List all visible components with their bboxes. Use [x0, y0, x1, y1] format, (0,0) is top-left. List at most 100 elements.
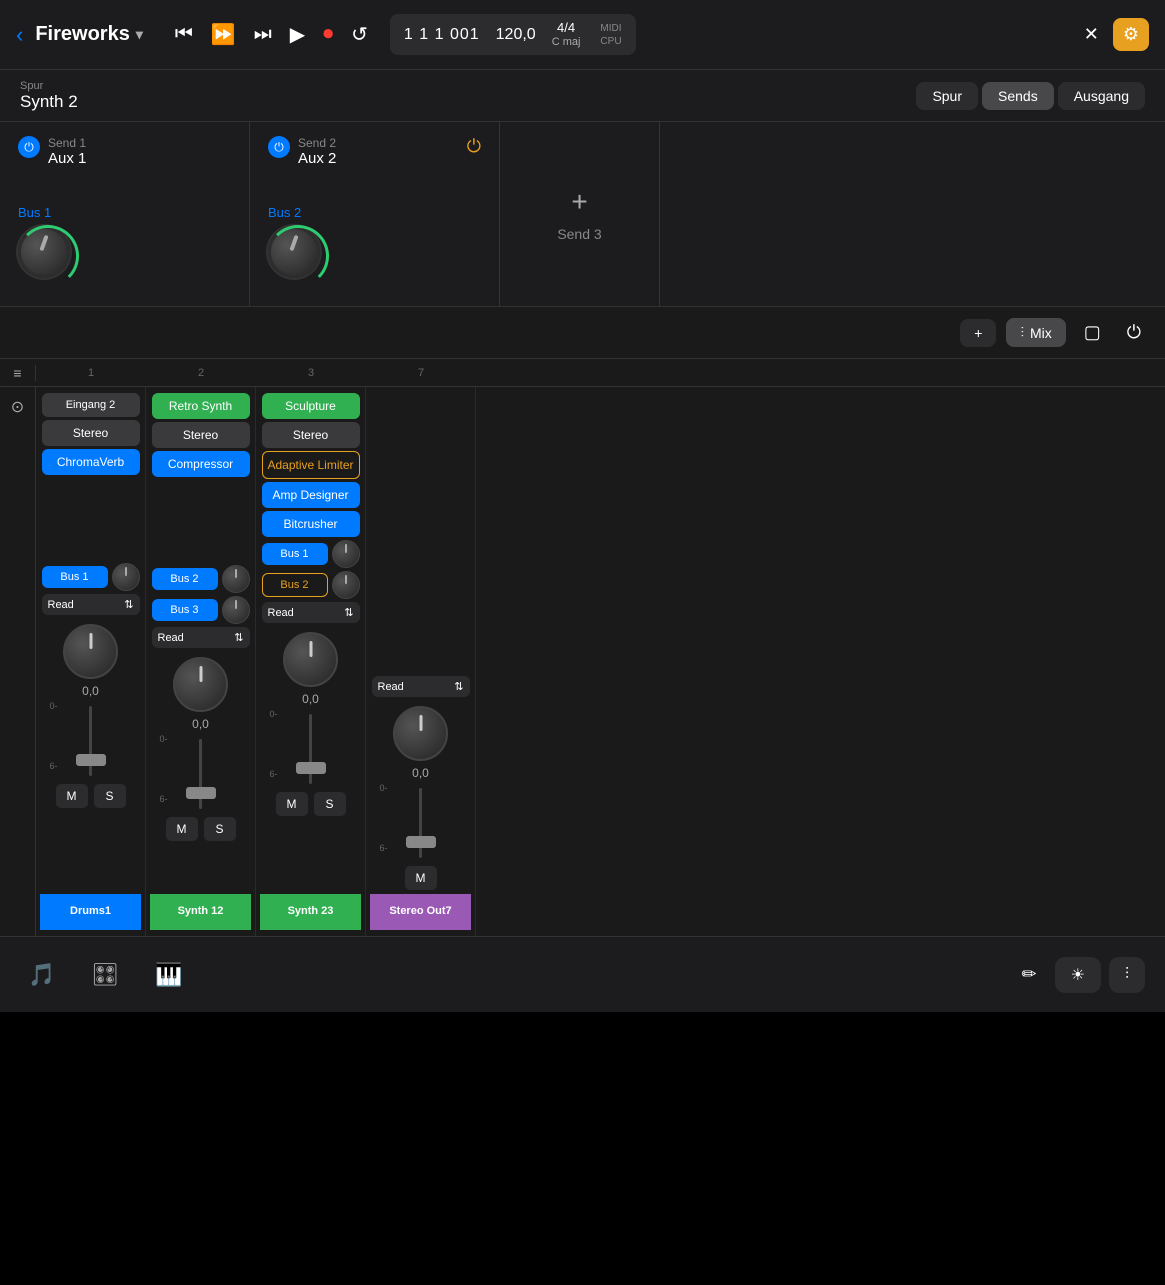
channel-1-bus-1[interactable]: Bus 1 [42, 566, 108, 588]
channel-2-mute[interactable]: M [166, 817, 198, 841]
channel-1-ms-row: M S [42, 784, 140, 808]
channel-3-bus2-knob[interactable] [332, 571, 360, 599]
eq-button[interactable]: ⫶ [1109, 957, 1145, 993]
channel-2-pan-knob[interactable] [173, 657, 228, 712]
channel-2-read[interactable]: Read ⇅ [152, 627, 250, 648]
send-2-knob-area: Bus 2 [268, 185, 481, 278]
send-2-knob[interactable] [268, 226, 320, 278]
add-icon: + [974, 325, 982, 341]
channel-3-fader-thumb[interactable] [296, 762, 326, 774]
cpu-label: CPU [600, 36, 621, 47]
channel-1-name: Drums [70, 905, 105, 918]
channel-7-ms-row: M [372, 866, 470, 890]
channel-3-mute[interactable]: M [276, 792, 308, 816]
tab-spur[interactable]: Spur [916, 82, 978, 110]
channel-3-plugin-amp[interactable]: Amp Designer [262, 482, 360, 508]
channel-3-pan-knob[interactable] [283, 632, 338, 687]
tracks-icon-button[interactable]: 🎛 [83, 954, 127, 996]
frame-button[interactable]: ▢ [1076, 318, 1109, 347]
channel-2-stereo[interactable]: Stereo [152, 422, 250, 448]
send-1-knob[interactable] [18, 226, 70, 278]
channel-1-input[interactable]: Eingang 2 [42, 393, 140, 417]
channel-7-label: Stereo Out 7 [370, 894, 471, 930]
project-name: Fireworks ▾ [35, 23, 143, 46]
pencil-button[interactable]: ✏ [1022, 957, 1037, 993]
mix-button[interactable]: ⫶ Mix [1006, 318, 1065, 347]
track-tabs: Spur Sends Ausgang [916, 82, 1145, 110]
channel-3-read[interactable]: Read ⇅ [262, 602, 360, 623]
channel-2-plugin-1[interactable]: Compressor [152, 451, 250, 477]
play-button[interactable]: ▶ [290, 22, 305, 47]
channel-3-bus-1[interactable]: Bus 1 [262, 543, 328, 565]
channel-7-fader-track [419, 788, 422, 858]
channel-3-input[interactable]: Sculpture [262, 393, 360, 419]
channel-2-bus-3[interactable]: Bus 3 [152, 599, 218, 621]
channel-7-num: 7 [446, 905, 452, 918]
send-2-bus[interactable]: Bus 2 [268, 205, 320, 220]
channel-3-bus-2[interactable]: Bus 2 [262, 573, 328, 597]
back-button[interactable]: ‹ [16, 22, 23, 48]
channel-1-read[interactable]: Read ⇅ [42, 594, 140, 615]
rewind-button[interactable]: ⏮ [175, 23, 193, 46]
power-mixer-button[interactable]: ⏻ [1119, 318, 1149, 347]
close-button[interactable]: ✕ [1080, 20, 1103, 49]
channel-7-mute[interactable]: M [405, 866, 437, 890]
channel-3-bus1-knob[interactable] [332, 540, 360, 568]
time-sig-value: 4/4 [552, 20, 581, 36]
channel-2-fader-track [199, 739, 202, 809]
channel-2-input[interactable]: Retro Synth [152, 393, 250, 419]
channel-2-pan-value: 0,0 [192, 717, 209, 731]
channel-1-stereo[interactable]: Stereo [42, 420, 140, 446]
piano-icon-button[interactable]: 🎹 [147, 954, 190, 996]
send-1-bus[interactable]: Bus 1 [18, 205, 70, 220]
channel-1-plugin-1[interactable]: ChromaVerb [42, 449, 140, 475]
music-icon-button[interactable]: 🎵 [20, 954, 63, 996]
channel-1-fader-track [89, 706, 92, 776]
send-1-header: ⏻ Send 1 Aux 1 [18, 136, 231, 175]
channel-7-fader-thumb[interactable] [406, 836, 436, 848]
channel-1-fader-thumb[interactable] [76, 754, 106, 766]
record-button[interactable]: ⏺ [323, 23, 333, 46]
channel-strip-stereoout: Read ⇅ 0,0 0- 6- M [366, 387, 476, 936]
send-2-card: ⏻ Send 2 Aux 2 ⏻ Bus 2 [250, 122, 500, 306]
channel-3-read-chevron: ⇅ [344, 606, 353, 619]
channel-7-read[interactable]: Read ⇅ [372, 676, 470, 697]
send-2-label: Send 2 [298, 136, 336, 150]
send-2-power-icon[interactable]: ⏻ [268, 136, 290, 158]
send-3-label: Send 3 [557, 226, 601, 242]
tab-sends[interactable]: Sends [982, 82, 1054, 110]
settings-button[interactable]: ⚙ [1113, 18, 1149, 51]
channel-1-pan-knob[interactable] [63, 624, 118, 679]
track-name: Synth 2 [20, 92, 78, 112]
channel-3-stereo[interactable]: Stereo [262, 422, 360, 448]
skip-back-button[interactable]: ⏭ [254, 23, 272, 46]
channel-1-mute[interactable]: M [56, 784, 88, 808]
channel-3-solo[interactable]: S [314, 792, 346, 816]
send-1-label: Send 1 [48, 136, 86, 150]
channel-1-solo[interactable]: S [94, 784, 126, 808]
channel-2-bus3-knob[interactable] [222, 596, 250, 624]
midi-cpu-display: MIDI CPU [600, 23, 621, 47]
send-2-name: Aux 2 [298, 150, 336, 167]
channel-2-bus2-knob[interactable] [222, 565, 250, 593]
repeat-button[interactable]: ↺ [351, 22, 368, 47]
channel-2-solo[interactable]: S [204, 817, 236, 841]
channel-2-bus-2[interactable]: Bus 2 [152, 568, 218, 590]
tab-ausgang[interactable]: Ausgang [1058, 82, 1145, 110]
channel-3-plugin-adaptive[interactable]: Adaptive Limiter [262, 451, 360, 479]
channel-2-fader-thumb[interactable] [186, 787, 216, 799]
fast-forward-button[interactable]: ⏩ [211, 22, 236, 47]
channel-3-plugin-bitcrusher[interactable]: Bitcrusher [262, 511, 360, 537]
top-bar: ‹ Fireworks ▾ ⏮ ⏩ ⏭ ▶ ⏺ ↺ 1 1 1 001 120,… [0, 0, 1165, 70]
channel-3-bus-row-1: Bus 1 [262, 540, 360, 568]
send-3-add[interactable]: + Send 3 [500, 122, 660, 306]
channel-3-bus-row-2: Bus 2 [262, 571, 360, 599]
brightness-button[interactable]: ☀ [1055, 957, 1101, 993]
add-channel-button[interactable]: + [960, 319, 996, 347]
mix-label: Mix [1030, 325, 1052, 341]
channel-1-bus-knob[interactable] [112, 563, 140, 591]
channel-7-pan-knob[interactable] [393, 706, 448, 761]
send-1-info: Send 1 Aux 1 [48, 136, 86, 175]
channel-1-bus-row: Bus 1 [42, 563, 140, 591]
send-1-power-icon[interactable]: ⏻ [18, 136, 40, 158]
